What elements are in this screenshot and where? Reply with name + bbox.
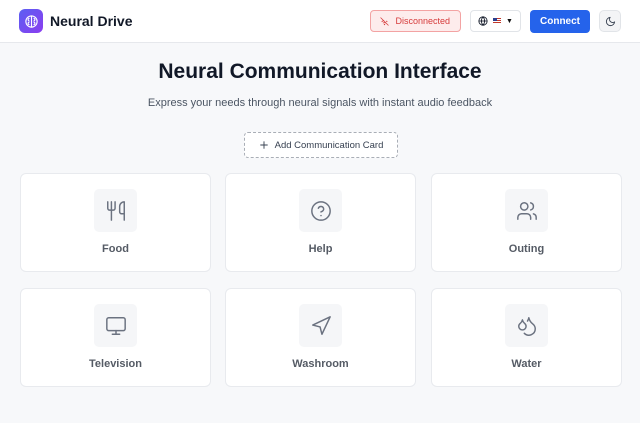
communication-card-washroom[interactable]: Washroom [225, 288, 416, 387]
brain-logo-icon [19, 9, 43, 33]
navigation-icon [299, 304, 342, 347]
communication-card-help[interactable]: Help [225, 173, 416, 272]
card-label: Help [308, 243, 333, 255]
wifi-off-icon [380, 16, 390, 26]
plus-icon [259, 141, 268, 149]
monitor-icon [94, 304, 137, 347]
communication-card-food[interactable]: Food [20, 173, 211, 272]
page-subtitle: Express your needs through neural signal… [147, 97, 493, 109]
add-communication-card-button[interactable]: Add Communication Card [244, 132, 398, 158]
page-title: Neural Communication Interface [158, 60, 482, 83]
connection-status-button[interactable]: Disconnected [370, 10, 461, 32]
moon-icon [605, 16, 615, 26]
theme-toggle-button[interactable] [599, 10, 621, 32]
droplets-icon [505, 304, 548, 347]
card-label: Water [511, 358, 542, 370]
communication-card-outing[interactable]: Outing [431, 173, 622, 272]
card-label: Food [102, 243, 129, 255]
help-circle-icon [299, 189, 342, 232]
card-label: Outing [508, 243, 545, 255]
globe-icon [478, 16, 488, 26]
app-header: Neural Drive Disconnected ▼ Connect [0, 0, 640, 43]
communication-card-television[interactable]: Television [20, 288, 211, 387]
connect-button[interactable]: Connect [530, 9, 590, 33]
utensils-icon [94, 189, 137, 232]
users-icon [505, 189, 548, 232]
card-label: Washroom [292, 358, 349, 370]
language-selector[interactable]: ▼ [470, 10, 521, 32]
connection-status-label: Disconnected [395, 16, 450, 26]
add-communication-card-label: Add Communication Card [274, 139, 384, 151]
communication-card-water[interactable]: Water [431, 288, 622, 387]
chevron-down-icon: ▼ [506, 17, 513, 25]
brand-name: Neural Drive [50, 13, 133, 29]
us-flag-icon [493, 18, 502, 24]
card-label: Television [89, 358, 142, 370]
